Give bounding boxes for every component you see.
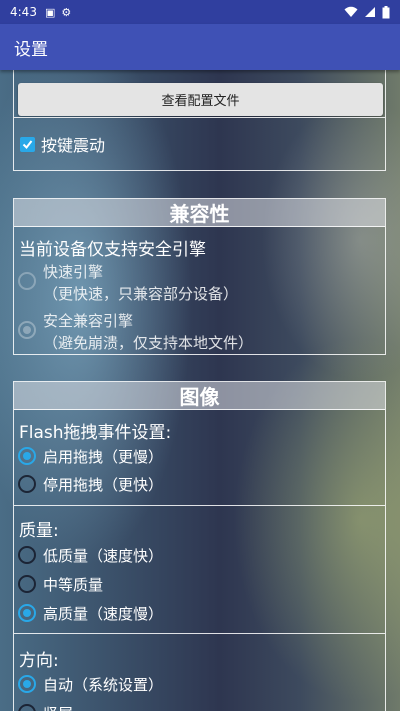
high-quality-radio[interactable] bbox=[18, 604, 36, 622]
medium-quality-radio[interactable] bbox=[18, 575, 36, 593]
app-bar: 设置 bbox=[0, 24, 400, 70]
vibration-checkbox[interactable] bbox=[20, 136, 35, 152]
divider bbox=[14, 117, 385, 118]
divider bbox=[14, 633, 385, 634]
portrait-orientation-option[interactable]: 竖屏 bbox=[18, 703, 73, 711]
low-quality-option[interactable]: 低质量（速度快） bbox=[18, 545, 163, 567]
fast-engine-sublabel: （更快速，只兼容部分设备） bbox=[43, 285, 239, 303]
vibration-checkbox-row[interactable]: 按键震动 bbox=[20, 132, 105, 156]
auto-orientation-option[interactable]: 自动（系统设置） bbox=[18, 674, 163, 696]
view-config-file-button[interactable]: 查看配置文件 bbox=[18, 83, 383, 116]
portrait-orientation-label: 竖屏 bbox=[43, 703, 73, 711]
fast-engine-radio[interactable] bbox=[18, 272, 36, 290]
safe-engine-label: 安全兼容引擎 bbox=[43, 312, 134, 330]
compatibility-header: 兼容性 bbox=[14, 199, 385, 227]
medium-quality-label: 中等质量 bbox=[43, 576, 104, 594]
medium-quality-option[interactable]: 中等质量 bbox=[18, 574, 103, 596]
auto-orientation-label: 自动（系统设置） bbox=[43, 676, 164, 694]
high-quality-label: 高质量（速度慢） bbox=[43, 605, 164, 623]
portrait-orientation-radio[interactable] bbox=[18, 704, 36, 711]
compatibility-panel: 兼容性 当前设备仅支持安全引擎 快速引擎 （更快速，只兼容部分设备） 安全兼容引… bbox=[13, 198, 386, 355]
quality-label: 质量: bbox=[19, 521, 59, 541]
fast-engine-label: 快速引擎 bbox=[43, 263, 104, 281]
disable-drag-label: 停用拖拽（更快） bbox=[43, 476, 164, 494]
engine-notice: 当前设备仅支持安全引擎 bbox=[19, 240, 206, 260]
divider bbox=[14, 505, 385, 506]
battery-icon bbox=[382, 5, 390, 18]
page-title: 设置 bbox=[14, 39, 48, 60]
vibration-label: 按键震动 bbox=[41, 136, 106, 155]
drag-setting-label: Flash拖拽事件设置: bbox=[19, 423, 172, 443]
safe-engine-sublabel: （避免崩溃，仅支持本地文件） bbox=[43, 334, 254, 352]
image-header: 图像 bbox=[14, 382, 385, 410]
status-time: 4:43 bbox=[10, 5, 37, 19]
app-notification-icon: ⚙ bbox=[61, 5, 72, 19]
signal-icon bbox=[365, 7, 375, 17]
gallery-icon: ▣ bbox=[44, 5, 56, 19]
checkmark-icon bbox=[22, 139, 33, 149]
enable-drag-radio[interactable] bbox=[18, 447, 36, 465]
enable-drag-label: 启用拖拽（更慢） bbox=[43, 448, 164, 466]
high-quality-option[interactable]: 高质量（速度慢） bbox=[18, 603, 163, 625]
enable-drag-option[interactable]: 启用拖拽（更慢） bbox=[18, 446, 163, 468]
settings-scroll-area[interactable]: 查看配置文件 按键震动 兼容性 当前设备仅支持安全引擎 快速引擎 （更快速，只兼… bbox=[0, 70, 400, 711]
low-quality-label: 低质量（速度快） bbox=[43, 547, 164, 565]
safe-engine-radio[interactable] bbox=[18, 321, 36, 339]
auto-orientation-radio[interactable] bbox=[18, 675, 36, 693]
status-bar: 4:43 ▣ ⚙ bbox=[0, 0, 400, 24]
fast-engine-option[interactable]: 快速引擎 （更快速，只兼容部分设备） bbox=[18, 261, 238, 305]
low-quality-radio[interactable] bbox=[18, 546, 36, 564]
disable-drag-radio[interactable] bbox=[18, 475, 36, 493]
safe-engine-option[interactable]: 安全兼容引擎 （避免崩溃，仅支持本地文件） bbox=[18, 310, 253, 354]
orientation-label: 方向: bbox=[19, 651, 59, 671]
general-panel: 查看配置文件 按键震动 bbox=[13, 70, 386, 171]
wifi-icon bbox=[344, 6, 358, 17]
disable-drag-option[interactable]: 停用拖拽（更快） bbox=[18, 474, 163, 496]
image-panel: 图像 Flash拖拽事件设置: 启用拖拽（更慢） 停用拖拽（更快） 质量: 低质… bbox=[13, 381, 386, 711]
